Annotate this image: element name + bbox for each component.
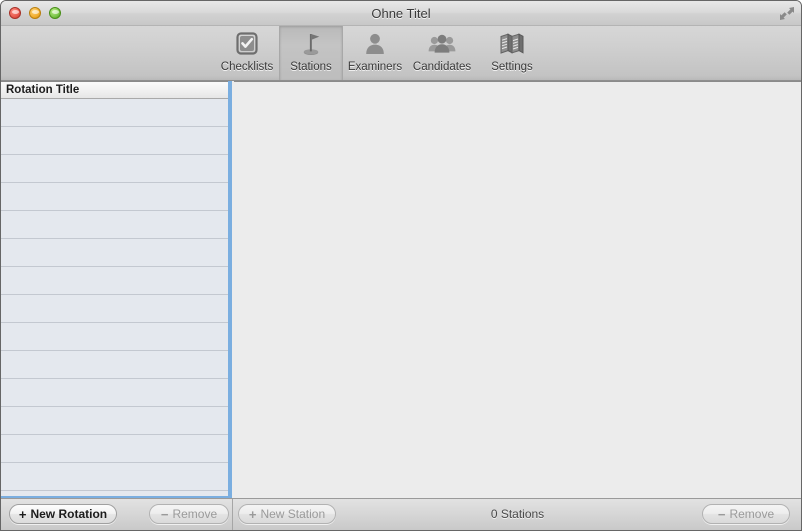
plus-icon: + xyxy=(18,506,27,522)
toolbar-item-examiners[interactable]: Examiners xyxy=(343,26,407,80)
new-station-label: New Station xyxy=(260,507,326,521)
title-bar: Ohne Titel xyxy=(1,1,801,26)
table-row[interactable] xyxy=(1,99,230,127)
folding-screen-icon xyxy=(497,29,527,59)
column-header-rotation-title[interactable]: Rotation Title xyxy=(1,84,79,96)
toolbar-item-candidates[interactable]: Candidates xyxy=(407,26,477,80)
main-content-area: Rotation Title xyxy=(1,81,801,498)
remove-rotation-button[interactable]: − Remove xyxy=(149,504,229,524)
table-body xyxy=(1,99,230,491)
table-row[interactable] xyxy=(1,379,230,407)
table-header-row: Rotation Title xyxy=(1,82,230,99)
minus-icon: − xyxy=(160,506,169,522)
people-group-icon xyxy=(427,29,457,59)
table-row[interactable] xyxy=(1,127,230,155)
toolbar-item-group: Checklists Stations Examiners Candidates… xyxy=(215,26,547,80)
table-row[interactable] xyxy=(1,295,230,323)
minimize-button[interactable] xyxy=(29,7,41,19)
new-station-button[interactable]: + New Station xyxy=(238,504,336,524)
remove-rotation-label: Remove xyxy=(172,507,218,521)
rotations-sidebar: Rotation Title xyxy=(1,81,232,498)
table-row[interactable] xyxy=(1,351,230,379)
toolbar-label-settings: Settings xyxy=(491,61,533,73)
toolbar-label-checklists: Checklists xyxy=(220,61,274,73)
table-row[interactable] xyxy=(1,407,230,435)
new-rotation-button[interactable]: + New Rotation xyxy=(9,504,117,524)
application-window: Ohne Titel Checklists Stations Examiners… xyxy=(0,0,802,531)
flag-icon xyxy=(296,29,326,59)
remove-station-label: Remove xyxy=(729,507,775,521)
bottom-toolbar-divider xyxy=(232,499,233,530)
toolbar-label-examiners: Examiners xyxy=(347,61,403,73)
table-row[interactable] xyxy=(1,239,230,267)
toolbar-item-checklists[interactable]: Checklists xyxy=(215,26,279,80)
remove-station-button[interactable]: − Remove xyxy=(702,504,790,524)
new-rotation-label: New Rotation xyxy=(30,507,108,521)
window-title: Ohne Titel xyxy=(371,6,431,21)
bottom-toolbar-right: 0 Stations + New Station − Remove xyxy=(234,499,801,530)
close-button[interactable] xyxy=(9,7,21,19)
stations-detail-pane[interactable] xyxy=(234,81,801,498)
sidebar-focus-ring xyxy=(228,81,230,496)
toolbar-label-candidates: Candidates xyxy=(412,61,472,73)
zoom-button[interactable] xyxy=(49,7,61,19)
bottom-toolbar: + New Rotation − Remove 0 Stations + New… xyxy=(1,498,801,530)
resize-grip-icon[interactable] xyxy=(786,515,800,529)
table-row[interactable] xyxy=(1,155,230,183)
toolbar: Checklists Stations Examiners Candidates… xyxy=(1,26,801,81)
table-row[interactable] xyxy=(1,183,230,211)
bottom-toolbar-left: + New Rotation − Remove xyxy=(1,499,232,530)
plus-icon: + xyxy=(248,506,257,522)
rotations-table[interactable]: Rotation Title xyxy=(1,81,230,496)
fullscreen-arrows-icon[interactable] xyxy=(779,6,795,21)
toolbar-item-settings[interactable]: Settings xyxy=(477,26,547,80)
toolbar-item-stations[interactable]: Stations xyxy=(279,26,343,80)
table-row[interactable] xyxy=(1,463,230,491)
table-row[interactable] xyxy=(1,267,230,295)
toolbar-label-stations: Stations xyxy=(290,61,332,73)
checkmark-square-icon xyxy=(232,29,262,59)
window-controls xyxy=(9,7,61,19)
table-row[interactable] xyxy=(1,435,230,463)
person-icon xyxy=(360,29,390,59)
table-row[interactable] xyxy=(1,323,230,351)
table-row[interactable] xyxy=(1,211,230,239)
minus-icon: − xyxy=(717,506,726,522)
